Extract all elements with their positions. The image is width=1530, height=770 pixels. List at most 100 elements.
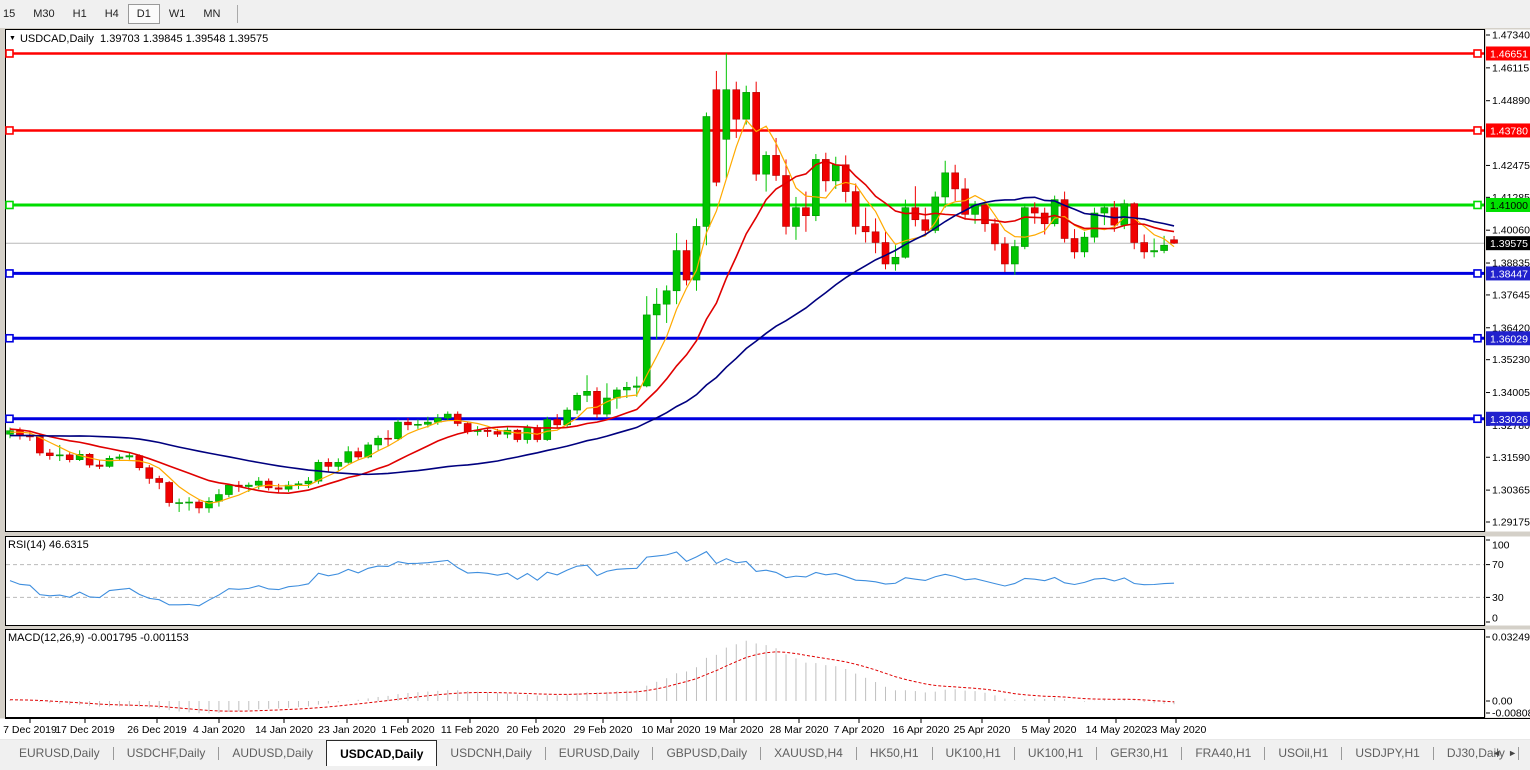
candle	[156, 478, 163, 482]
tab-scroll-right-icon[interactable]: ►	[1508, 748, 1524, 758]
date-tick-label[interactable]: 1 Feb 2020	[381, 724, 434, 736]
candle	[335, 462, 342, 466]
chart-tab-USDCAD-Daily[interactable]: USDCAD,Daily	[326, 740, 437, 766]
date-tick-label[interactable]: 11 Feb 2020	[441, 724, 499, 736]
candle	[892, 257, 899, 264]
date-tick-label[interactable]: 10 Mar 2020	[642, 724, 701, 736]
chart-tab-EURUSD-Daily[interactable]: EURUSD,Daily	[6, 741, 113, 765]
candle	[1111, 208, 1118, 225]
chart-symbol-label: USDCAD,Daily	[20, 33, 94, 45]
candle	[852, 192, 859, 227]
timeframe-button-15[interactable]: 15	[0, 4, 24, 24]
date-tick-label[interactable]: 7 Apr 2020	[834, 724, 885, 736]
chart-tab-EURUSD-Daily[interactable]: EURUSD,Daily	[546, 741, 653, 765]
candle	[176, 503, 183, 504]
timeframe-button-W1[interactable]: W1	[160, 4, 195, 24]
date-tick-label[interactable]: 14 Jan 2020	[255, 724, 313, 736]
chart-tab-UK100-H1[interactable]: UK100,H1	[933, 741, 1014, 765]
candle	[444, 414, 451, 418]
candle	[66, 455, 73, 460]
line-handle[interactable]	[1474, 270, 1481, 277]
date-tick-label[interactable]: 23 Jan 2020	[318, 724, 376, 736]
timeframe-button-D1[interactable]: D1	[128, 4, 160, 24]
chart-canvas: 1.473401.461151.448901.424751.412851.400…	[0, 0, 1530, 770]
rsi-indicator-label: RSI(14) 46.6315	[8, 539, 89, 551]
candle	[1171, 240, 1178, 243]
date-tick-label[interactable]: 25 Apr 2020	[954, 724, 1011, 736]
line-handle[interactable]	[1474, 127, 1481, 134]
candle	[375, 438, 382, 445]
price-tick-label: 1.37645	[1492, 289, 1530, 301]
chart-tab-GBPUSD-Daily[interactable]: GBPUSD,Daily	[653, 741, 760, 765]
price-tick-label: 1.46115	[1492, 62, 1529, 74]
candle	[1161, 245, 1168, 250]
collapse-triangle-icon[interactable]: ▼	[9, 35, 16, 42]
chart-tab-USDJPY-H1[interactable]: USDJPY,H1	[1342, 741, 1432, 765]
date-tick-label[interactable]: 4 Jan 2020	[193, 724, 245, 736]
line-handle[interactable]	[1474, 201, 1481, 208]
date-tick-label[interactable]: 29 Feb 2020	[574, 724, 633, 736]
chart-tab-FRA40-H1[interactable]: FRA40,H1	[1182, 741, 1264, 765]
date-tick-label[interactable]: 16 Apr 2020	[893, 724, 950, 736]
candle	[494, 432, 501, 435]
candle	[484, 430, 491, 431]
candle	[673, 251, 680, 291]
tab-scroll-left-icon[interactable]: ◄	[1492, 748, 1508, 758]
chart-tab-bar: EURUSD,DailyUSDCHF,DailyAUDUSD,DailyUSDC…	[0, 739, 1530, 770]
chart-tab-GER30-H1[interactable]: GER30,H1	[1097, 741, 1181, 765]
chart-ohlc-values: 1.39703 1.39845 1.39548 1.39575	[100, 33, 268, 45]
rsi-axis-label: 0	[1492, 613, 1498, 625]
date-tick-label[interactable]: 14 May 2020	[1086, 724, 1147, 736]
panel-splitter-main-rsi[interactable]	[0, 531, 1530, 536]
line-handle[interactable]	[6, 127, 13, 134]
candle	[763, 155, 770, 174]
line-handle[interactable]	[1474, 335, 1481, 342]
candle	[424, 422, 431, 424]
candle	[902, 208, 909, 258]
candle	[743, 92, 750, 119]
candle	[1071, 238, 1078, 251]
date-tick-label[interactable]: 20 Feb 2020	[507, 724, 566, 736]
price-tick-label: 1.47340	[1492, 30, 1530, 42]
line-handle[interactable]	[6, 270, 13, 277]
candle	[345, 452, 352, 463]
candle	[862, 226, 869, 231]
date-tick-label[interactable]: 19 Mar 2020	[705, 724, 764, 736]
chart-tab-XAUUSD-H4[interactable]: XAUUSD,H4	[761, 741, 856, 765]
date-tick-label[interactable]: 17 Dec 2019	[55, 724, 115, 736]
panel-splitter-rsi-macd[interactable]	[0, 625, 1530, 629]
price-badge-label: 1.33026	[1490, 414, 1528, 426]
candle	[166, 482, 173, 502]
timeframe-button-M30[interactable]: M30	[24, 4, 63, 24]
price-badge-label: 1.38447	[1490, 268, 1528, 280]
chart-tab-AUDUSD-Daily[interactable]: AUDUSD,Daily	[219, 741, 326, 765]
chart-tab-USDCNH-Daily[interactable]: USDCNH,Daily	[437, 741, 544, 765]
timeframe-button-H1[interactable]: H1	[64, 4, 96, 24]
date-tick-label[interactable]: 23 May 2020	[1146, 724, 1207, 736]
date-tick-label[interactable]: 26 Dec 2019	[127, 724, 187, 736]
candle	[106, 458, 113, 466]
timeframe-button-MN[interactable]: MN	[194, 4, 229, 24]
candle	[593, 391, 600, 414]
date-tick-label[interactable]: 5 May 2020	[1022, 724, 1077, 736]
candle	[325, 462, 332, 466]
chart-tab-USDCHF-Daily[interactable]: USDCHF,Daily	[114, 741, 219, 765]
price-badge-label: 1.46651	[1490, 48, 1528, 60]
line-handle[interactable]	[6, 50, 13, 57]
timeframe-button-H4[interactable]: H4	[96, 4, 128, 24]
candle	[355, 452, 362, 457]
chart-tab-USOil-H1[interactable]: USOil,H1	[1265, 741, 1341, 765]
date-tick-label[interactable]: 7 Dec 2019	[3, 724, 57, 736]
chart-tab-HK50-H1[interactable]: HK50,H1	[857, 741, 932, 765]
line-handle[interactable]	[6, 201, 13, 208]
candle	[703, 117, 710, 227]
candle	[982, 205, 989, 224]
line-handle[interactable]	[1474, 415, 1481, 422]
chart-tab-UK100-H1[interactable]: UK100,H1	[1015, 741, 1096, 765]
date-tick-label[interactable]: 28 Mar 2020	[770, 724, 829, 736]
line-handle[interactable]	[6, 335, 13, 342]
price-badge-label: 1.39575	[1490, 238, 1528, 250]
price-tick-label: 1.30365	[1492, 485, 1530, 497]
line-handle[interactable]	[1474, 50, 1481, 57]
line-handle[interactable]	[6, 415, 13, 422]
